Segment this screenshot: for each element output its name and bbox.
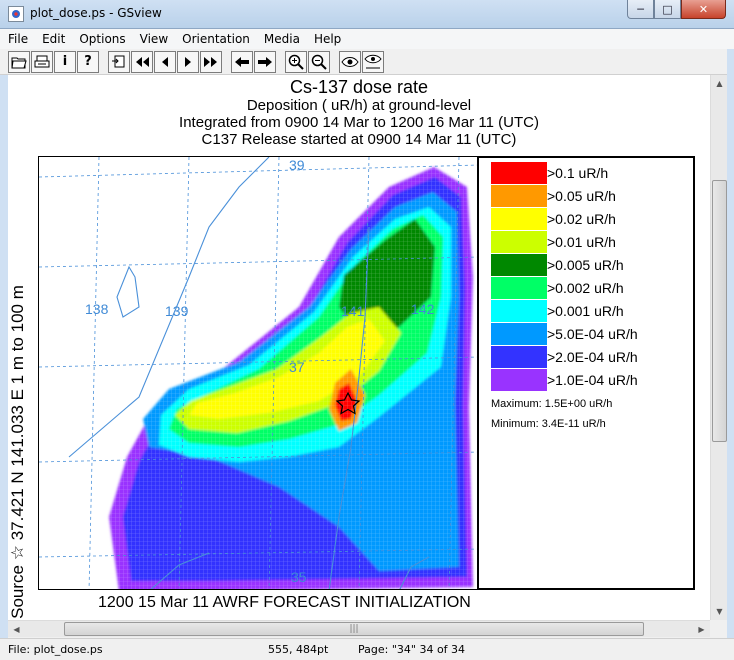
legend-maximum: Maximum: 1.5E+00 uR/h	[491, 398, 613, 410]
menu-bar: File Edit Options View Orientation Media…	[0, 29, 734, 49]
info-icon[interactable]: i	[54, 50, 76, 73]
plot-subtitle-deposition: Deposition ( uR/h) at ground-level	[246, 97, 472, 114]
next-page-icon[interactable]	[177, 50, 199, 73]
last-page-icon[interactable]	[200, 50, 222, 73]
legend-label: >5.0E-04 uR/h	[547, 326, 638, 342]
legend-row-0.02: >0.02 uR/h	[491, 208, 616, 230]
minimize-icon[interactable]: ─	[627, 0, 654, 19]
legend-label: >1.0E-04 uR/h	[547, 372, 638, 388]
gsview-app-icon[interactable]	[8, 6, 24, 22]
legend-swatch	[491, 254, 547, 276]
scroll-down-icon[interactable]: ▼	[711, 603, 728, 620]
eye-view-icon[interactable]	[339, 50, 361, 73]
scroll-left-icon[interactable]: ◀	[8, 621, 25, 638]
legend-row-0.002: >0.002 uR/h	[491, 277, 624, 299]
legend-row-5e-4: >5.0E-04 uR/h	[491, 323, 638, 345]
window-controls: ─ □ ✕	[627, 0, 726, 19]
title-bar: plot_dose.ps - GSview ─ □ ✕	[0, 0, 734, 29]
document-page: Cs-137 dose rate Deposition ( uR/h) at g…	[8, 75, 710, 620]
zoom-out-icon[interactable]	[308, 50, 330, 73]
window-border-left	[0, 75, 8, 638]
zoom-in-icon[interactable]	[285, 50, 307, 73]
legend-swatch	[491, 162, 547, 184]
legend-row-0.01: >0.01 uR/h	[491, 231, 616, 253]
map-label-lat37: 37	[289, 359, 305, 375]
map-label-lon141: 141	[341, 303, 365, 319]
first-page-icon[interactable]	[131, 50, 153, 73]
legend-swatch	[491, 231, 547, 253]
toolbar: i ?	[0, 49, 734, 75]
window-border-right	[727, 49, 734, 660]
forward-arrow-icon[interactable]	[254, 50, 276, 73]
status-file: File: plot_dose.ps	[8, 643, 103, 656]
legend-label: >0.001 uR/h	[547, 303, 624, 319]
horizontal-scrollbar[interactable]: ◀ ||| ▶	[8, 620, 710, 637]
help-icon[interactable]: ?	[77, 50, 99, 73]
open-folder-icon[interactable]	[8, 50, 30, 73]
menu-media[interactable]: Media	[264, 32, 300, 46]
map-label-lat35: 35	[291, 569, 307, 585]
vertical-scroll-thumb[interactable]	[712, 180, 727, 442]
legend-label: >0.02 uR/h	[547, 211, 616, 227]
legend-swatch	[491, 277, 547, 299]
legend-minimum: Minimum: 3.4E-11 uR/h	[491, 418, 606, 430]
legend-row-0.1: >0.1 uR/h	[491, 162, 608, 184]
legend-label: >0.002 uR/h	[547, 280, 624, 296]
legend-swatch	[491, 323, 547, 345]
plot-title: Cs-137 dose rate	[289, 77, 429, 97]
status-page: Page: "34" 34 of 34	[358, 643, 466, 656]
legend-label: >0.005 uR/h	[547, 257, 624, 273]
legend-swatch	[491, 369, 547, 391]
dose-map: 39 37 35 138 139 141 142	[38, 156, 478, 590]
legend-row-1e-4: >1.0E-04 uR/h	[491, 369, 638, 391]
map-label-lon139: 139	[165, 303, 189, 319]
legend-row-0.005: >0.005 uR/h	[491, 254, 624, 276]
status-bar: File: plot_dose.ps 555, 484pt Page: "34"…	[0, 638, 734, 660]
plot-subtitle-release: C137 Release started at 0900 14 Mar 11 (…	[201, 131, 517, 148]
eye-text-icon[interactable]	[362, 50, 384, 73]
goto-page-icon[interactable]	[108, 50, 130, 73]
map-label-lat39: 39	[289, 157, 305, 173]
legend-label: >2.0E-04 uR/h	[547, 349, 638, 365]
legend-box: >0.1 uR/h >0.05 uR/h >0.02 uR/h >0.01 uR…	[477, 156, 695, 590]
maximize-icon[interactable]: □	[654, 0, 681, 19]
back-arrow-icon[interactable]	[231, 50, 253, 73]
dose-map-graphic	[39, 157, 477, 589]
legend-label: >0.01 uR/h	[547, 234, 616, 250]
legend-swatch	[491, 346, 547, 368]
menu-help[interactable]: Help	[314, 32, 341, 46]
legend-swatch	[491, 208, 547, 230]
horizontal-scroll-thumb[interactable]: |||	[64, 622, 644, 636]
print-icon[interactable]	[31, 50, 53, 73]
menu-orientation[interactable]: Orientation	[182, 32, 250, 46]
legend-row-0.001: >0.001 uR/h	[491, 300, 624, 322]
source-location-label: Source ☆ 37.421 N 141.033 E 1 m to 100 m	[8, 285, 27, 619]
window-title: plot_dose.ps - GSview	[30, 6, 162, 20]
legend-label: >0.1 uR/h	[547, 165, 609, 181]
previous-page-icon[interactable]	[154, 50, 176, 73]
menu-options[interactable]: Options	[79, 32, 125, 46]
map-label-lon142: 142	[411, 301, 435, 317]
plot-subtitle-integration: Integrated from 0900 14 Mar to 1200 16 M…	[179, 114, 539, 131]
legend-row-2e-4: >2.0E-04 uR/h	[491, 346, 638, 368]
menu-view[interactable]: View	[140, 32, 168, 46]
legend-swatch	[491, 300, 547, 322]
vertical-scrollbar[interactable]: ▲ ▼	[710, 75, 727, 620]
scroll-right-icon[interactable]: ▶	[693, 621, 710, 638]
legend-row-0.05: >0.05 uR/h	[491, 185, 616, 207]
forecast-initialization-label: 1200 15 Mar 11 AWRF FORECAST INITIALIZAT…	[98, 594, 471, 611]
map-label-lon138: 138	[85, 301, 109, 317]
menu-edit[interactable]: Edit	[42, 32, 65, 46]
legend-label: >0.05 uR/h	[547, 188, 616, 204]
legend-swatch	[491, 185, 547, 207]
scroll-up-icon[interactable]: ▲	[711, 75, 728, 92]
close-icon[interactable]: ✕	[681, 0, 726, 19]
menu-file[interactable]: File	[8, 32, 28, 46]
status-coordinates: 555, 484pt	[268, 643, 329, 656]
